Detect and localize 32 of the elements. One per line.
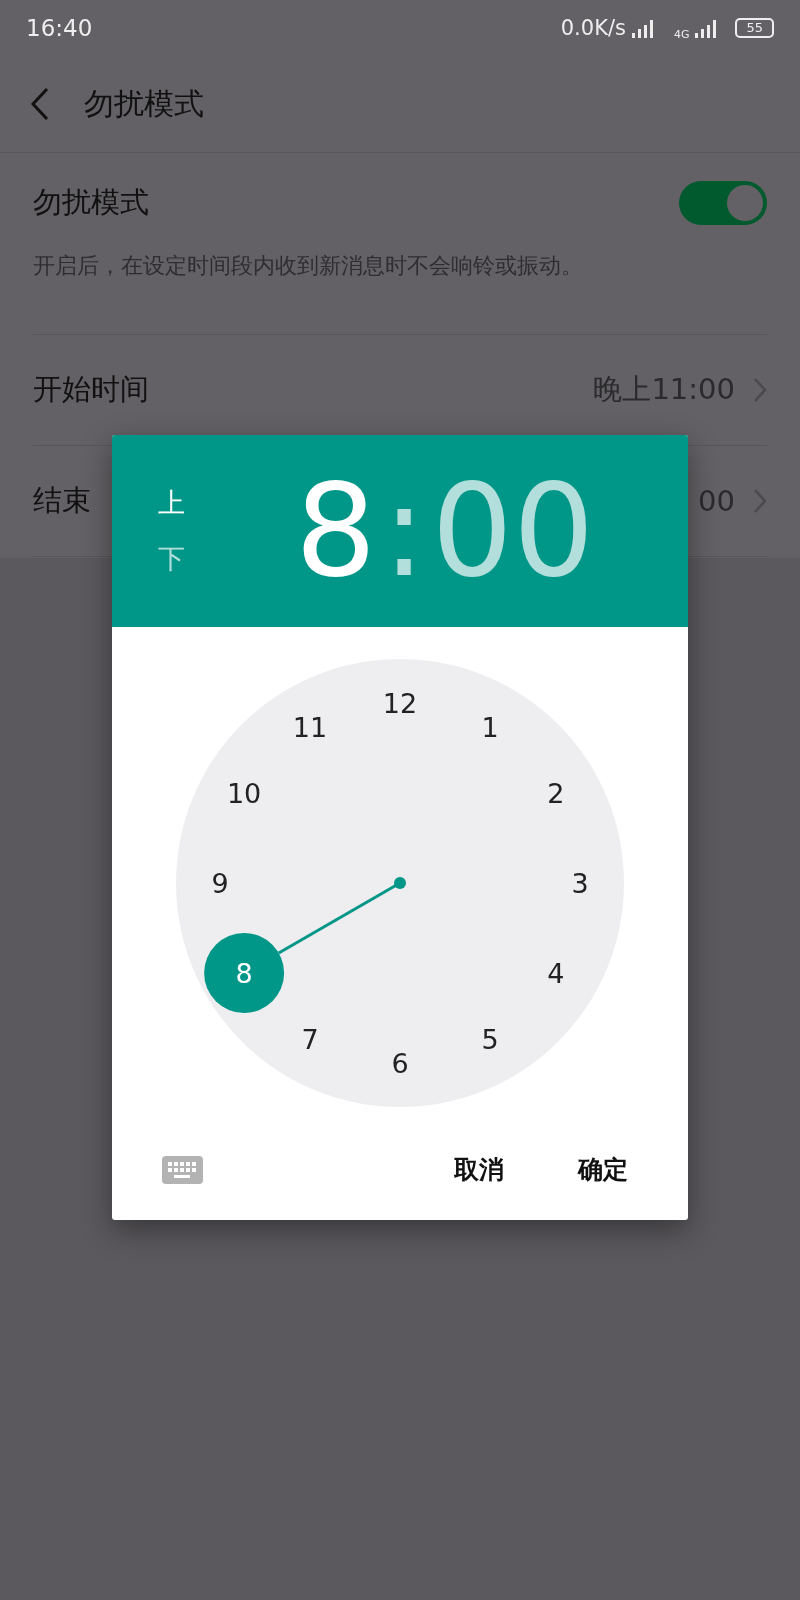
clock-number[interactable]: 10 bbox=[226, 778, 262, 809]
clock-number[interactable]: 6 bbox=[391, 1048, 409, 1079]
setting-value: 00 bbox=[698, 484, 735, 518]
network-speed: 0.0K/s bbox=[560, 16, 626, 40]
page-title: 勿扰模式 bbox=[84, 84, 204, 123]
dialog-button[interactable]: 取消 bbox=[442, 1145, 516, 1194]
setting-value: 晚上11:00 bbox=[593, 371, 735, 408]
setting-label: 结束 bbox=[33, 482, 91, 519]
clock-number[interactable]: 2 bbox=[547, 778, 565, 809]
clock-number[interactable]: 3 bbox=[571, 868, 589, 899]
network-type: 4G bbox=[673, 27, 690, 41]
clock-number[interactable]: 11 bbox=[292, 712, 328, 744]
clock-number[interactable]: 4 bbox=[547, 958, 565, 989]
setting-label: 勿扰模式 bbox=[33, 184, 149, 221]
back-icon[interactable] bbox=[30, 87, 50, 121]
setting-label: 开始时间 bbox=[33, 371, 149, 408]
clock-number[interactable]: 1 bbox=[481, 712, 499, 744]
clock-number[interactable]: 9 bbox=[211, 868, 229, 899]
chevron-icon bbox=[753, 377, 767, 403]
status-time: 16:40 bbox=[26, 15, 93, 41]
meridiem-option[interactable]: 上 bbox=[158, 485, 185, 521]
hour-display[interactable]: 8 bbox=[295, 467, 377, 595]
clock-number[interactable]: 7 bbox=[301, 1023, 319, 1055]
clock-number[interactable]: 5 bbox=[481, 1023, 499, 1055]
chevron-icon bbox=[753, 488, 767, 514]
keyboard-icon[interactable] bbox=[162, 1155, 203, 1184]
clock-number[interactable]: 8 bbox=[235, 958, 253, 989]
time-separator: : bbox=[382, 467, 426, 595]
toggle-switch[interactable] bbox=[679, 181, 767, 225]
battery-indicator: 55 bbox=[735, 18, 774, 38]
dialog-button[interactable]: 确定 bbox=[566, 1145, 640, 1194]
clock-number[interactable]: 12 bbox=[382, 688, 418, 719]
